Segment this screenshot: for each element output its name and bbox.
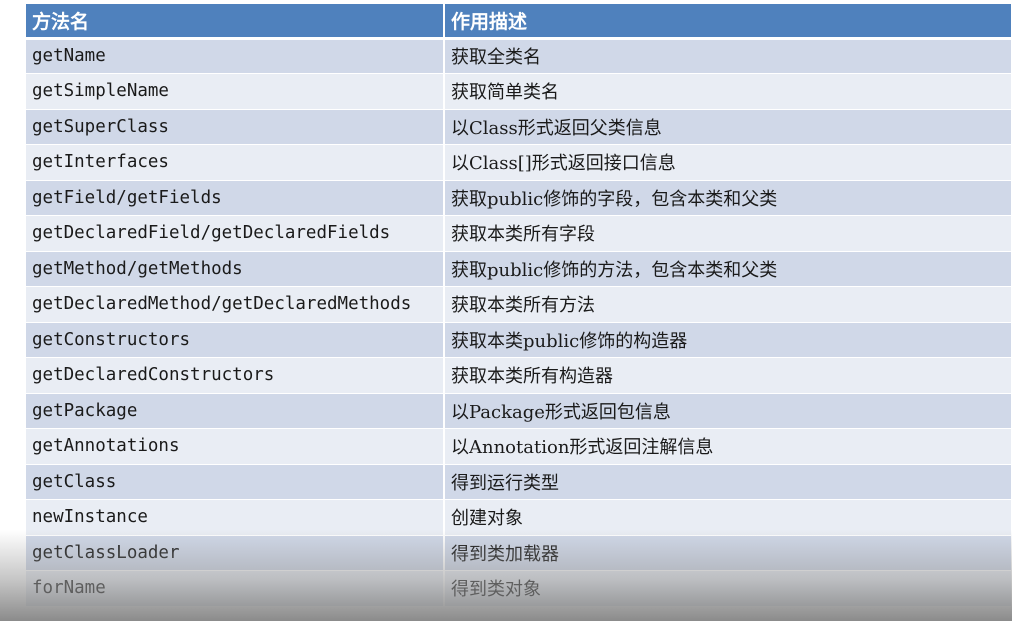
method-name-cell: getAnnotations (26, 428, 445, 465)
table-row: getSimpleName 获取简单类名 (26, 73, 1011, 110)
table-row: getClass 得到运行类型 (26, 464, 1011, 500)
method-description-cell: 得到类对象 (444, 570, 1011, 607)
method-description-cell: 以Package形式返回包信息 (444, 393, 1011, 429)
method-description-cell: 获取本类所有字段 (444, 215, 1011, 252)
method-name-cell: getSuperClass (26, 109, 445, 145)
method-name-cell: getMethod/getMethods (26, 251, 445, 287)
table-row: getMethod/getMethods 获取public修饰的方法，包含本类和… (26, 251, 1011, 287)
method-description-cell: 获取public修饰的方法，包含本类和父类 (444, 251, 1011, 287)
method-description-cell: 获取全类名 (444, 38, 1011, 74)
method-name-cell: getInterfaces (26, 144, 445, 181)
table-row: getField/getFields 获取public修饰的字段，包含本类和父类 (26, 180, 1011, 216)
method-description-cell: 创建对象 (444, 499, 1011, 536)
method-description-cell: 获取本类public修饰的构造器 (444, 322, 1011, 358)
table-body: getName 获取全类名 getSimpleName 获取简单类名 getSu… (26, 38, 1011, 607)
method-description-cell: 以Class[]形式返回接口信息 (444, 144, 1011, 181)
table-row: getPackage 以Package形式返回包信息 (26, 393, 1011, 429)
table-row: getDeclaredField/getDeclaredFields 获取本类所… (26, 215, 1011, 252)
method-name-cell: getField/getFields (26, 180, 445, 216)
method-name-cell: getName (26, 38, 445, 74)
method-description-cell: 得到运行类型 (444, 464, 1011, 500)
method-description-cell: 以Annotation形式返回注解信息 (444, 428, 1011, 465)
method-name-cell: getPackage (26, 393, 445, 429)
method-description-cell: 得到类加载器 (444, 535, 1011, 571)
table-header-row: 方法名 作用描述 (26, 4, 1011, 40)
table-row: getConstructors 获取本类public修饰的构造器 (26, 322, 1011, 358)
methods-table: 方法名 作用描述 getName 获取全类名 getSimpleName 获取简… (26, 4, 1011, 607)
table-row: getInterfaces 以Class[]形式返回接口信息 (26, 144, 1011, 181)
table-row: getAnnotations 以Annotation形式返回注解信息 (26, 428, 1011, 465)
method-name-cell: getDeclaredField/getDeclaredFields (26, 215, 445, 252)
method-name-cell: getDeclaredMethod/getDeclaredMethods (26, 286, 445, 323)
method-name-cell: forName (26, 570, 445, 607)
table-row: getDeclaredConstructors 获取本类所有构造器 (26, 357, 1011, 394)
header-method-name: 方法名 (26, 4, 445, 40)
table-row: getSuperClass 以Class形式返回父类信息 (26, 109, 1011, 145)
table-row: getDeclaredMethod/getDeclaredMethods 获取本… (26, 286, 1011, 323)
method-name-cell: getSimpleName (26, 73, 445, 110)
method-description-cell: 获取本类所有方法 (444, 286, 1011, 323)
method-name-cell: getConstructors (26, 322, 445, 358)
table-row: forName 得到类对象 (26, 570, 1011, 607)
method-description-cell: 以Class形式返回父类信息 (444, 109, 1011, 145)
method-name-cell: getClass (26, 464, 445, 500)
table-row: newInstance 创建对象 (26, 499, 1011, 536)
header-description: 作用描述 (444, 4, 1011, 40)
method-name-cell: getClassLoader (26, 535, 445, 571)
method-name-cell: newInstance (26, 499, 445, 536)
method-description-cell: 获取简单类名 (444, 73, 1011, 110)
method-name-cell: getDeclaredConstructors (26, 357, 445, 394)
method-description-cell: 获取public修饰的字段，包含本类和父类 (444, 180, 1011, 216)
method-description-cell: 获取本类所有构造器 (444, 357, 1011, 394)
slide: 方法名 作用描述 getName 获取全类名 getSimpleName 获取简… (0, 0, 1012, 621)
table-row: getName 获取全类名 (26, 38, 1011, 74)
table-row: getClassLoader 得到类加载器 (26, 535, 1011, 571)
